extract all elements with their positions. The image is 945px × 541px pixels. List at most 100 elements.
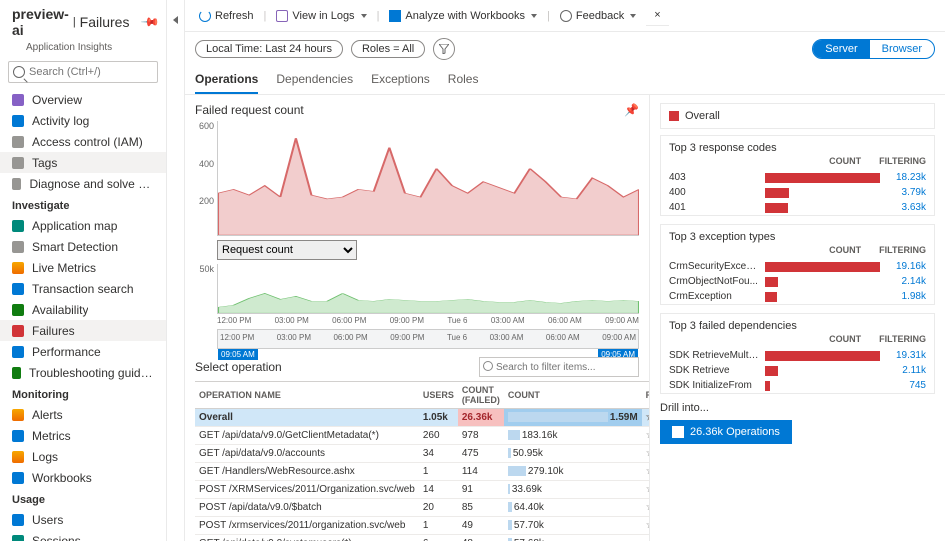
refresh-button[interactable]: Refresh: [195, 8, 258, 24]
chevron-left-icon: [173, 16, 178, 24]
nav-icon: [12, 409, 24, 421]
server-toggle[interactable]: Server: [813, 40, 869, 58]
nav-icon: [12, 451, 24, 463]
sidebar-item-logs[interactable]: Logs: [0, 446, 166, 467]
stats-row[interactable]: SDK InitializeFrom745: [661, 378, 934, 393]
sidebar-item-live-metrics[interactable]: Live Metrics: [0, 257, 166, 278]
stats-row[interactable]: CrmObjectNotFou...2.14k: [661, 274, 934, 289]
logs-icon: [276, 10, 288, 22]
nav-icon: [12, 535, 24, 541]
drill-into-label: Drill into...: [660, 402, 935, 414]
nav-icon: [12, 283, 24, 295]
sidebar-item-workbooks[interactable]: Workbooks: [0, 467, 166, 488]
operation-row[interactable]: GET /api/data/v9.0/systemusers(*)64857.6…: [195, 535, 650, 541]
operation-row[interactable]: POST /api/data/v9.0/$batch208564.40k☆: [195, 499, 650, 517]
tab-operations[interactable]: Operations: [195, 66, 258, 94]
request-count-chart[interactable]: 50k: [217, 264, 639, 314]
sidebar-item-users[interactable]: Users: [0, 509, 166, 530]
operation-filter-input[interactable]: [479, 357, 639, 377]
nav-icon: [12, 136, 24, 148]
nav-icon: [12, 325, 24, 337]
tab-dependencies[interactable]: Dependencies: [276, 66, 353, 94]
sidebar-item-transaction-search[interactable]: Transaction search: [0, 278, 166, 299]
nav-icon: [12, 346, 24, 358]
operation-row[interactable]: POST /XRMServices/2011/Organization.svc/…: [195, 481, 650, 499]
sidebar-item-failures[interactable]: Failures: [0, 320, 166, 341]
nav-icon: [12, 157, 24, 169]
nav-icon: [12, 178, 21, 190]
operation-row[interactable]: GET /api/data/v9.0/GetClientMetadata(*)2…: [195, 427, 650, 445]
failed-request-chart[interactable]: 600 400 200: [217, 121, 639, 236]
stats-row[interactable]: 4013.63k: [661, 200, 934, 215]
operations-table: OPERATION NAME USERS COUNT (FAILED) COUN…: [195, 381, 650, 541]
time-range-pill[interactable]: Local Time: Last 24 hours: [195, 40, 343, 58]
stats-row[interactable]: 40318.23k: [661, 170, 934, 185]
feedback-button[interactable]: Feedback: [556, 8, 640, 24]
nav-icon: [12, 472, 24, 484]
workbook-icon: [389, 10, 401, 22]
command-bar: Refresh | View in Logs | Analyze with Wo…: [185, 0, 945, 32]
refresh-icon: [199, 10, 211, 22]
stats-row[interactable]: 4003.79k: [661, 185, 934, 200]
server-browser-toggle[interactable]: Server Browser: [812, 39, 935, 59]
chart-title: Failed request count: [195, 103, 304, 117]
list-icon: [672, 426, 684, 438]
sidebar-item-alerts[interactable]: Alerts: [0, 404, 166, 425]
tab-roles[interactable]: Roles: [448, 66, 479, 94]
nav-icon: [12, 220, 24, 232]
analyze-workbooks-button[interactable]: Analyze with Workbooks: [385, 8, 541, 24]
view-in-logs-button[interactable]: View in Logs: [272, 8, 370, 24]
search-icon: [13, 66, 25, 78]
sidebar-item-diagnose-and-solve-problems[interactable]: Diagnose and solve problems: [0, 173, 166, 194]
sidebar-collapse[interactable]: [167, 0, 185, 541]
nav-icon: [12, 94, 24, 106]
search-icon: [483, 361, 493, 371]
sidebar-item-access-control-iam-[interactable]: Access control (IAM): [0, 131, 166, 152]
app-subtitle: Application Insights: [0, 42, 166, 59]
close-button[interactable]: ×: [646, 5, 668, 26]
browser-toggle[interactable]: Browser: [870, 40, 934, 58]
tab-exceptions[interactable]: Exceptions: [371, 66, 430, 94]
sidebar-item-availability[interactable]: Availability: [0, 299, 166, 320]
sidebar-search[interactable]: [8, 61, 158, 83]
pin-icon[interactable]: 📌: [141, 12, 161, 32]
stats-card: Top 3 failed dependenciesCOUNTFILTERINGS…: [660, 313, 935, 394]
operation-row[interactable]: GET /Handlers/WebResource.ashx1114279.10…: [195, 463, 650, 481]
stats-card: Top 3 exception typesCOUNTFILTERINGCrmSe…: [660, 224, 935, 305]
chevron-down-icon: [630, 14, 636, 18]
sidebar-item-troubleshooting-guides-previ-[interactable]: Troubleshooting guides (previ...: [0, 362, 166, 383]
operation-row[interactable]: Overall1.05k26.36k1.59M☆: [195, 409, 650, 427]
view-tabs: Operations Dependencies Exceptions Roles: [185, 66, 945, 95]
stats-row[interactable]: SDK RetrieveMulti...19.31k: [661, 348, 934, 363]
sidebar-item-metrics[interactable]: Metrics: [0, 425, 166, 446]
sidebar-item-overview[interactable]: Overview: [0, 89, 166, 110]
metric-select[interactable]: Request count: [217, 240, 357, 260]
nav-icon: [12, 241, 24, 253]
chart-pin-icon[interactable]: 📌: [624, 103, 639, 117]
search-input[interactable]: [8, 61, 158, 83]
feedback-icon: [560, 10, 572, 22]
sidebar-item-smart-detection[interactable]: Smart Detection: [0, 236, 166, 257]
stats-row[interactable]: SDK Retrieve2.11k: [661, 363, 934, 378]
select-operation-title: Select operation: [195, 360, 282, 374]
sidebar-item-activity-log[interactable]: Activity log: [0, 110, 166, 131]
sidebar-item-sessions[interactable]: Sessions: [0, 530, 166, 541]
sidebar-item-performance[interactable]: Performance: [0, 341, 166, 362]
chevron-down-icon: [531, 14, 537, 18]
nav-icon: [12, 430, 24, 442]
time-brush[interactable]: 12:00 PM03:00 PM06:00 PM09:00 PMTue 603:…: [217, 329, 639, 349]
operation-row[interactable]: POST /xrmservices/2011/organization.svc/…: [195, 517, 650, 535]
stats-row[interactable]: CrmException1.98k: [661, 289, 934, 304]
nav-icon: [12, 115, 24, 127]
chevron-down-icon: [361, 14, 367, 18]
stats-row[interactable]: CrmSecurityExcept...19.16k: [661, 259, 934, 274]
roles-pill[interactable]: Roles = All: [351, 40, 425, 58]
sidebar-item-tags[interactable]: Tags: [0, 152, 166, 173]
operation-row[interactable]: GET /api/data/v9.0/accounts3447550.95k☆: [195, 445, 650, 463]
app-name: preview-ai: [12, 6, 69, 38]
nav-icon: [12, 304, 24, 316]
add-filter-button[interactable]: [433, 38, 455, 60]
nav-icon: [12, 514, 24, 526]
drill-operations-button[interactable]: 26.36k Operations: [660, 420, 792, 444]
sidebar-item-application-map[interactable]: Application map: [0, 215, 166, 236]
